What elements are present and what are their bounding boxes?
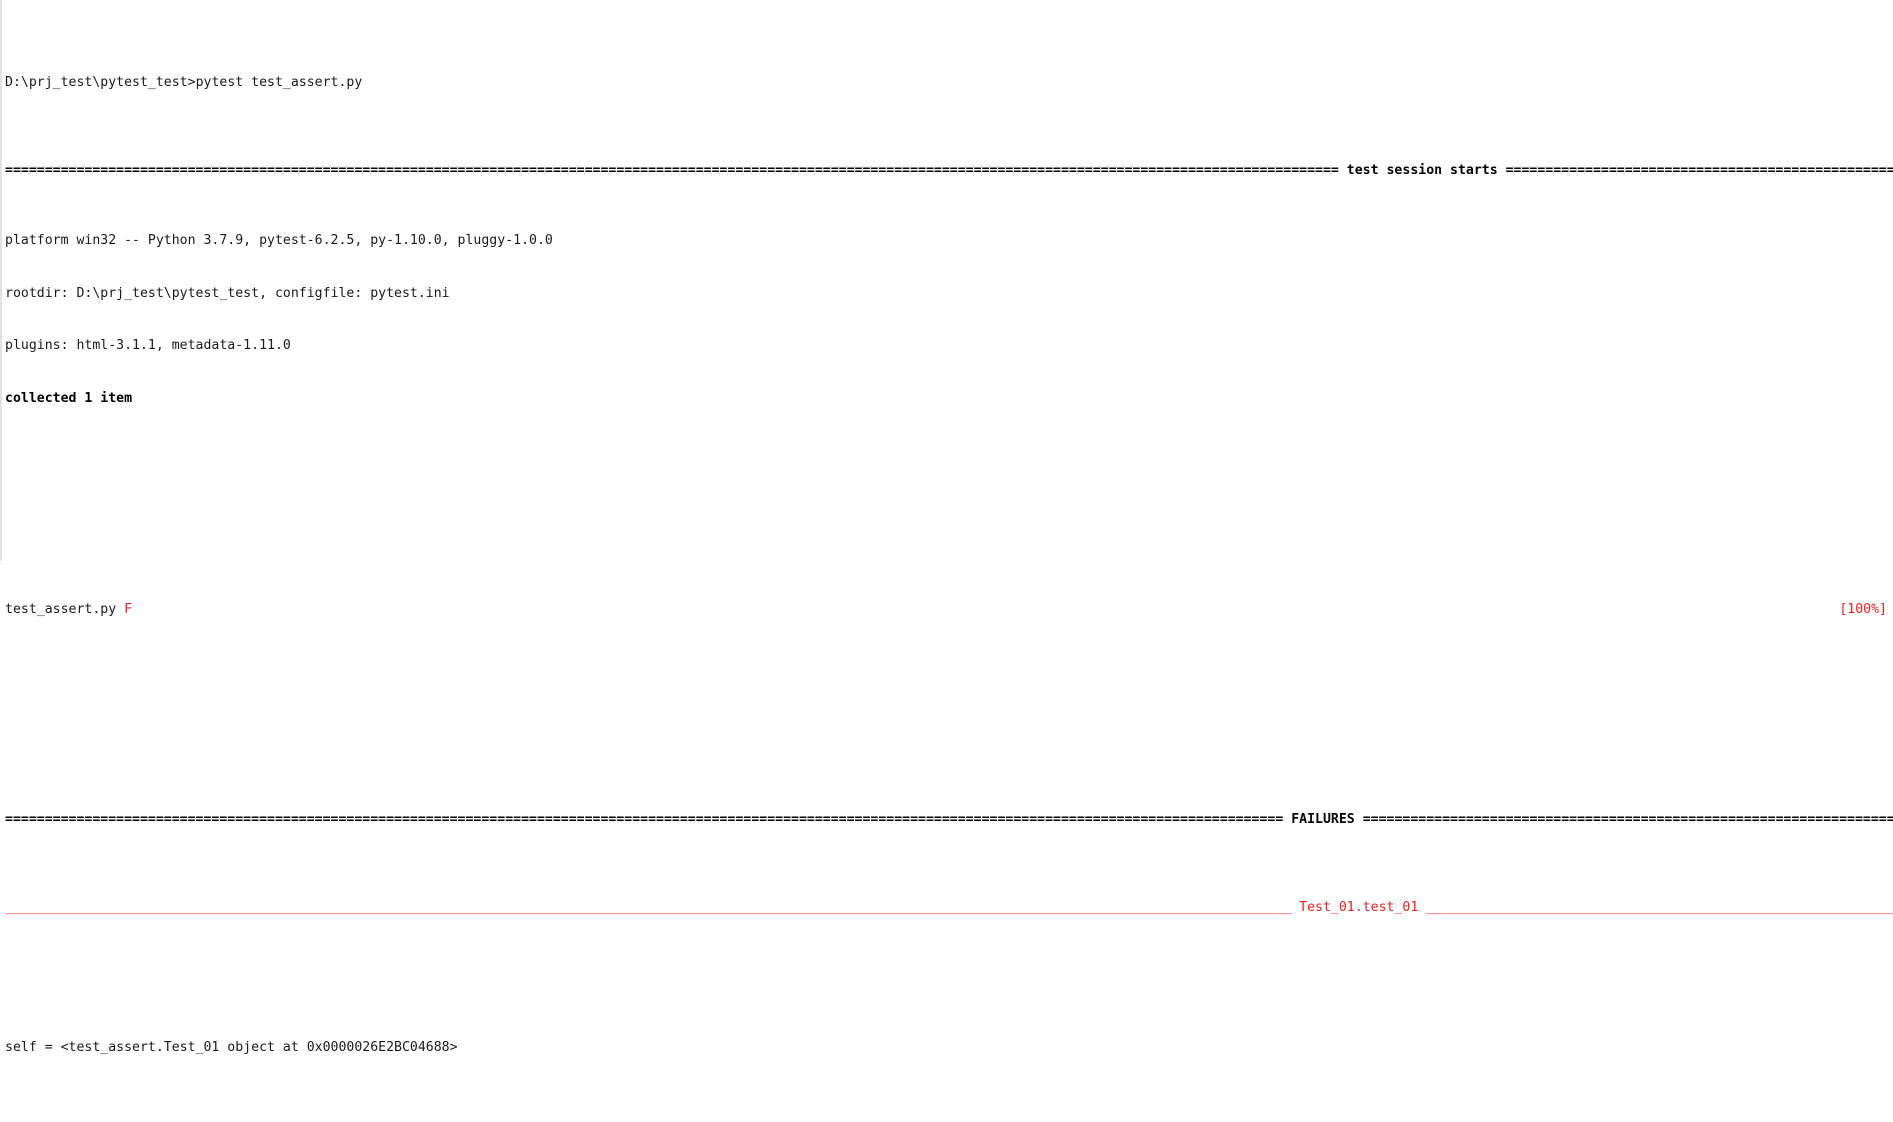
platform-text: platform win32 -- Python 3.7.9, pytest-6… [5,233,553,249]
console-text-area[interactable]: D:\prj_test\pytest_test>pytest test_asse… [5,4,1893,1122]
collected-text: collected 1 item [5,391,133,407]
testcase-banner: ________________________________________… [5,899,1893,917]
self-repr-line: self = <test_assert.Test_01 object at 0x… [5,1039,1893,1057]
platform-line: platform win32 -- Python 3.7.9, pytest-6… [5,232,1893,250]
failures-eq-left: ========================================… [5,812,1284,828]
testcase-title-text: Test_01.test_01 [1299,899,1419,915]
testcase-dash-right: ________________________________________… [1426,899,1893,915]
self-repr-text: self = <test_assert.Test_01 object at 0x… [5,1040,458,1056]
failures-space-left [1283,812,1291,827]
session-title-text: test session starts [1346,162,1498,178]
failures-space-right [1355,812,1363,827]
failures-eq-right: ========================================… [1362,812,1893,828]
plugins-line: plugins: html-3.1.1, metadata-1.11.0 [5,337,1893,355]
left-gutter-divider [0,0,2,561]
plugins-text: plugins: html-3.1.1, metadata-1.11.0 [5,338,291,354]
banner-session-title [1339,163,1347,178]
command-line: D:\prj_test\pytest_test>pytest test_asse… [5,74,1893,92]
shell-prompt: D:\prj_test\pytest_test> [5,75,196,91]
collected-line: collected 1 item [5,390,1893,408]
testcase-dash-left: ________________________________________… [5,899,1292,915]
shell-command: pytest test_assert.py [195,75,363,91]
failures-banner: ========================================… [5,811,1893,829]
banner-eq-right: ========================================… [1505,162,1893,178]
progress-status-char: F [124,601,133,617]
progress-file-name: test_assert.py [5,601,125,617]
banner-space-right [1498,163,1506,178]
terminal-output-pane: D:\prj_test\pytest_test>pytest test_asse… [0,0,1893,1055]
session-start-banner: ========================================… [5,162,1893,180]
testcase-space-left [1291,900,1299,915]
rootdir-line: rootdir: D:\prj_test\pytest_test, config… [5,285,1893,303]
banner-eq-left: ========================================… [5,162,1339,178]
rootdir-text: rootdir: D:\prj_test\pytest_test, config… [5,285,450,301]
testcase-space-right [1418,900,1426,915]
test-progress-line: test_assert.py F [100%] [5,601,1893,619]
progress-percent-badge: [100%] [1839,601,1887,617]
failures-title-text: FAILURES [1291,812,1355,828]
